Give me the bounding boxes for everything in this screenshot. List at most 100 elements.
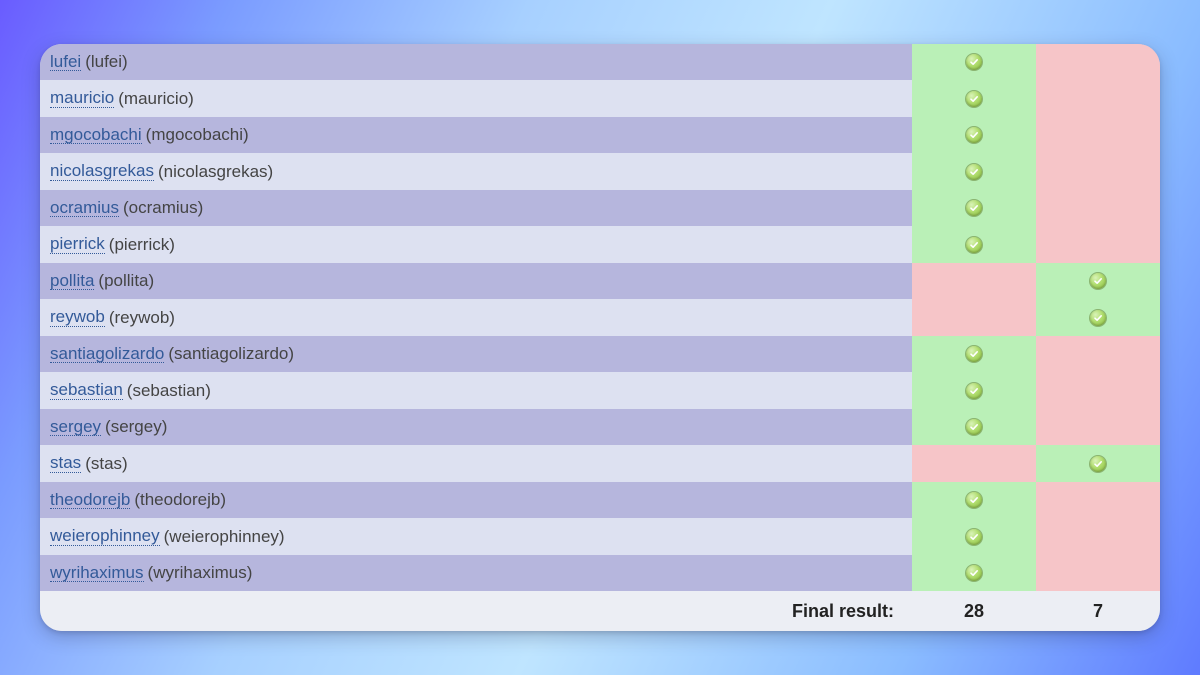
user-link[interactable]: sebastian xyxy=(50,381,123,400)
name-cell: santiagolizardo (santiagolizardo) xyxy=(40,336,912,373)
vote-no-cell xyxy=(1036,117,1160,154)
table-row: mauricio (mauricio) xyxy=(40,80,1160,117)
vote-yes-cell xyxy=(912,80,1036,117)
vote-no-cell xyxy=(1036,153,1160,190)
user-handle: (lufei) xyxy=(85,52,128,72)
vote-no-cell xyxy=(1036,263,1160,300)
table-row: pierrick (pierrick) xyxy=(40,226,1160,263)
vote-no-cell xyxy=(1036,336,1160,373)
name-cell: lufei (lufei) xyxy=(40,44,912,81)
user-link[interactable]: sergey xyxy=(50,418,101,437)
user-handle: (mauricio) xyxy=(118,89,194,109)
vote-yes-cell xyxy=(912,263,1036,300)
user-link[interactable]: theodorejb xyxy=(50,491,130,510)
user-link[interactable]: stas xyxy=(50,454,81,473)
check-icon xyxy=(966,492,982,508)
name-cell: weierophinney (weierophinney) xyxy=(40,518,912,555)
table-row: sebastian (sebastian) xyxy=(40,372,1160,409)
user-handle: (pollita) xyxy=(98,271,154,291)
table-row: weierophinney (weierophinney) xyxy=(40,518,1160,555)
check-icon xyxy=(966,565,982,581)
table-row: wyrihaximus (wyrihaximus) xyxy=(40,555,1160,592)
user-link[interactable]: weierophinney xyxy=(50,527,160,546)
user-handle: (stas) xyxy=(85,454,128,474)
user-link[interactable]: pierrick xyxy=(50,235,105,254)
user-handle: (nicolasgrekas) xyxy=(158,162,273,182)
final-no-count: 7 xyxy=(1036,601,1160,622)
vote-yes-cell xyxy=(912,190,1036,227)
table-row: theodorejb (theodorejb) xyxy=(40,482,1160,519)
user-link[interactable]: pollita xyxy=(50,272,94,291)
name-cell: wyrihaximus (wyrihaximus) xyxy=(40,555,912,592)
table-row: reywob (reywob) xyxy=(40,299,1160,336)
name-cell: theodorejb (theodorejb) xyxy=(40,482,912,519)
table-row: pollita (pollita) xyxy=(40,263,1160,300)
user-link[interactable]: lufei xyxy=(50,53,81,72)
check-icon xyxy=(1090,310,1106,326)
final-result-row: Final result: 28 7 xyxy=(40,591,1160,631)
vote-yes-cell xyxy=(912,409,1036,446)
name-cell: ocramius (ocramius) xyxy=(40,190,912,227)
table-row: sergey (sergey) xyxy=(40,409,1160,446)
check-icon xyxy=(966,419,982,435)
table-row: mgocobachi (mgocobachi) xyxy=(40,117,1160,154)
user-link[interactable]: mauricio xyxy=(50,89,114,108)
check-icon xyxy=(966,237,982,253)
vote-no-cell xyxy=(1036,226,1160,263)
vote-no-cell xyxy=(1036,299,1160,336)
table-row: nicolasgrekas (nicolasgrekas) xyxy=(40,153,1160,190)
vote-yes-cell xyxy=(912,153,1036,190)
check-icon xyxy=(966,200,982,216)
table-row: stas (stas) xyxy=(40,445,1160,482)
vote-no-cell xyxy=(1036,445,1160,482)
final-yes-count: 28 xyxy=(912,601,1036,622)
vote-yes-cell xyxy=(912,44,1036,81)
user-handle: (reywob) xyxy=(109,308,175,328)
name-cell: mgocobachi (mgocobachi) xyxy=(40,117,912,154)
vote-yes-cell xyxy=(912,299,1036,336)
check-icon xyxy=(966,127,982,143)
user-link[interactable]: wyrihaximus xyxy=(50,564,144,583)
name-cell: reywob (reywob) xyxy=(40,299,912,336)
vote-yes-cell xyxy=(912,445,1036,482)
user-handle: (sergey) xyxy=(105,417,167,437)
vote-no-cell xyxy=(1036,80,1160,117)
user-link[interactable]: reywob xyxy=(50,308,105,327)
table-row: ocramius (ocramius) xyxy=(40,190,1160,227)
name-cell: mauricio (mauricio) xyxy=(40,80,912,117)
user-link[interactable]: ocramius xyxy=(50,199,119,218)
user-handle: (sebastian) xyxy=(127,381,211,401)
vote-yes-cell xyxy=(912,226,1036,263)
check-icon xyxy=(966,164,982,180)
user-link[interactable]: nicolasgrekas xyxy=(50,162,154,181)
check-icon xyxy=(966,383,982,399)
name-cell: pierrick (pierrick) xyxy=(40,226,912,263)
table-row: lufei (lufei) xyxy=(40,44,1160,81)
user-handle: (weierophinney) xyxy=(164,527,285,547)
vote-yes-cell xyxy=(912,482,1036,519)
user-link[interactable]: mgocobachi xyxy=(50,126,142,145)
vote-no-cell xyxy=(1036,190,1160,227)
vote-results-card: lufei (lufei)mauricio (mauricio)mgocobac… xyxy=(40,44,1160,632)
user-handle: (mgocobachi) xyxy=(146,125,249,145)
user-handle: (wyrihaximus) xyxy=(148,563,253,583)
table-row: santiagolizardo (santiagolizardo) xyxy=(40,336,1160,373)
vote-no-cell xyxy=(1036,44,1160,81)
name-cell: nicolasgrekas (nicolasgrekas) xyxy=(40,153,912,190)
vote-yes-cell xyxy=(912,518,1036,555)
vote-yes-cell xyxy=(912,372,1036,409)
user-link[interactable]: santiagolizardo xyxy=(50,345,164,364)
vote-yes-cell xyxy=(912,117,1036,154)
vote-yes-cell xyxy=(912,555,1036,592)
name-cell: stas (stas) xyxy=(40,445,912,482)
vote-no-cell xyxy=(1036,372,1160,409)
vote-no-cell xyxy=(1036,555,1160,592)
check-icon xyxy=(966,91,982,107)
check-icon xyxy=(966,346,982,362)
vote-yes-cell xyxy=(912,336,1036,373)
user-handle: (theodorejb) xyxy=(134,490,226,510)
check-icon xyxy=(966,529,982,545)
user-handle: (pierrick) xyxy=(109,235,175,255)
name-cell: sergey (sergey) xyxy=(40,409,912,446)
check-icon xyxy=(1090,273,1106,289)
